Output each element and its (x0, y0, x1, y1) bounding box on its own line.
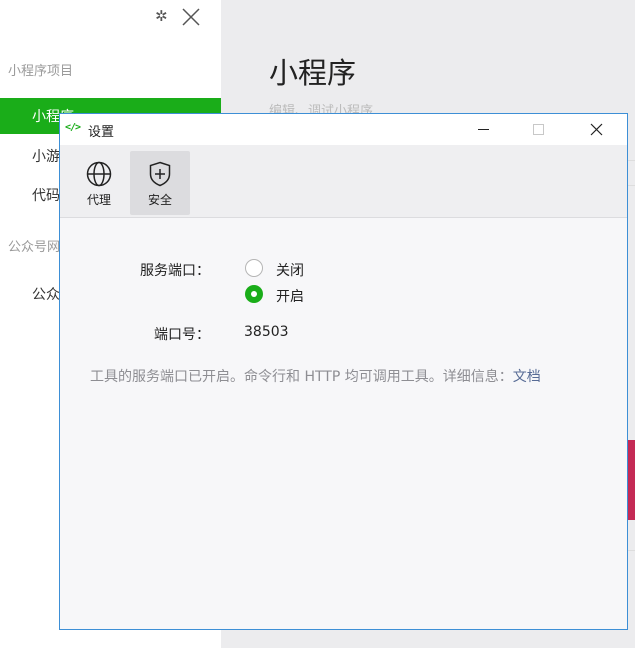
minimize-button[interactable] (460, 114, 506, 145)
close-icon (590, 123, 603, 136)
radio-port-off[interactable] (245, 259, 263, 277)
info-message: 工具的服务端口已开启。命令行和 HTTP 均可调用工具。详细信息： (90, 369, 513, 385)
shield-icon (149, 161, 171, 187)
radio-port-off-label[interactable]: 关闭 (276, 260, 304, 280)
title-bar[interactable]: </> 设置 (60, 114, 627, 145)
radio-port-on-label[interactable]: 开启 (276, 286, 304, 306)
maximize-icon (533, 124, 544, 135)
settings-gear-icon[interactable]: ✲ (155, 8, 171, 24)
thumbnail-edge (627, 440, 635, 520)
settings-toolbar: 代理 安全 (60, 145, 627, 218)
globe-icon (86, 161, 112, 187)
sidebar-item-code[interactable]: 代码 (32, 185, 60, 205)
tab-security[interactable]: 安全 (130, 151, 190, 215)
sidebar-item-minigame[interactable]: 小游 (32, 146, 60, 166)
radio-port-on[interactable] (245, 285, 263, 303)
service-port-label: 服务端口： (140, 263, 210, 279)
close-icon[interactable] (179, 5, 203, 29)
port-number-value: 38503 (244, 324, 289, 340)
maximize-button[interactable] (515, 114, 561, 145)
docs-link[interactable]: 文档 (513, 369, 541, 385)
info-text: 工具的服务端口已开启。命令行和 HTTP 均可调用工具。详细信息：文档 (90, 366, 570, 388)
settings-dialog: </> 设置 代理 安全 服务端口： 关闭 开启 端口号： 38503 工具的服… (59, 113, 628, 630)
close-button[interactable] (573, 114, 619, 145)
sidebar-section-miniprogram: 小程序项目 (8, 64, 74, 79)
minimize-icon (478, 129, 489, 130)
devtools-logo-icon: </> (65, 122, 81, 133)
sidebar-item-official[interactable]: 公众 (32, 284, 60, 304)
tab-security-label: 安全 (147, 193, 172, 207)
dialog-title: 设置 (88, 125, 115, 140)
page-title: 小程序 (269, 56, 357, 90)
tab-proxy[interactable]: 代理 (69, 151, 129, 215)
port-number-label: 端口号： (154, 327, 210, 343)
tab-proxy-label: 代理 (86, 193, 111, 207)
sidebar-section-official: 公众号网 (8, 240, 61, 255)
